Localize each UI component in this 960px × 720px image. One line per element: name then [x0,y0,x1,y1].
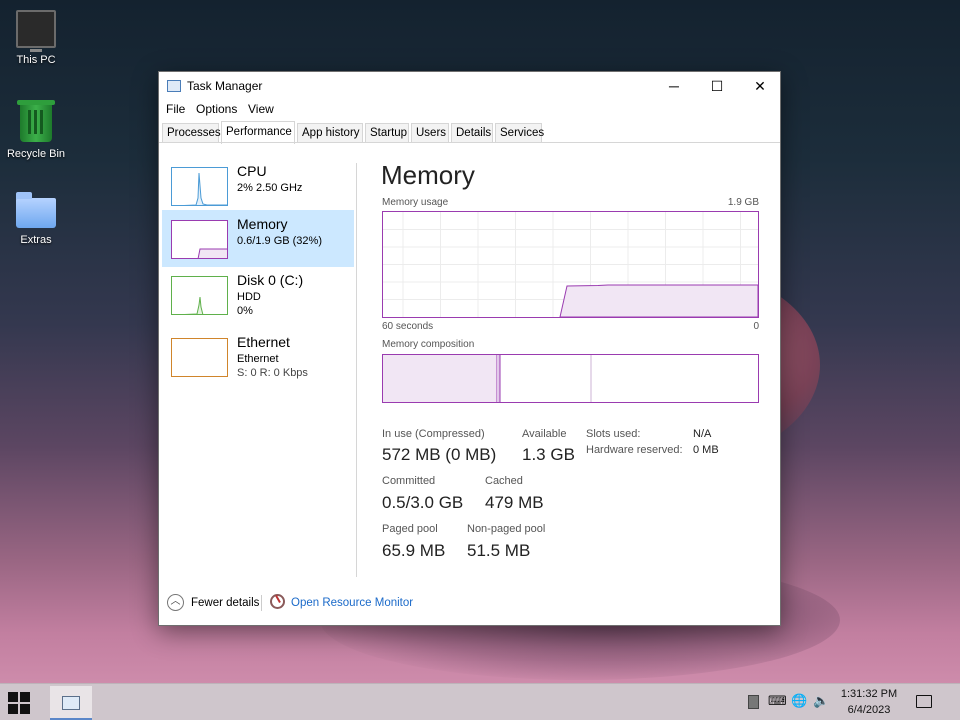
sidebar-item-detail-2: 0% [237,305,253,317]
desktop-icon-label: Recycle Bin [6,148,66,160]
system-clock[interactable]: 1:31:32 PM 6/4/2023 [836,686,902,718]
sidebar-item-memory[interactable]: Memory 0.6/1.9 GB (32%) [162,210,354,267]
fewer-details-button[interactable]: Fewer details [191,597,259,609]
tab-processes[interactable]: Processes [162,123,221,143]
sidebar-item-disk[interactable]: Disk 0 (C:) HDD 0% [162,266,354,323]
cached-value: 479 MB [485,493,544,512]
start-button[interactable] [8,692,30,714]
folder-icon [16,192,56,228]
maximize-button[interactable]: ☐ [695,72,739,100]
sidebar-item-detail: 2% 2.50 GHz [237,182,303,194]
tab-startup[interactable]: Startup [365,123,409,143]
open-resource-monitor-link[interactable]: Open Resource Monitor [291,597,413,609]
slots-used-label: Slots used: [586,428,641,440]
menu-view[interactable]: View [248,102,274,116]
pane-divider [356,163,357,577]
tablet-icon[interactable] [748,695,759,709]
desktop-icon-this-pc[interactable]: This PC [0,10,72,66]
network-globe-icon[interactable]: 🌐 [791,694,807,709]
menu-options[interactable]: Options [196,102,237,116]
minimize-button[interactable]: ─ [652,72,696,100]
title-bar[interactable]: Task Manager ─ ☐ ✕ [159,72,780,100]
tab-app-history[interactable]: App history [297,123,363,143]
tab-details[interactable]: Details [451,123,493,143]
disk-thumbnail-graph [171,276,228,315]
sidebar-item-detail: 0.6/1.9 GB (32%) [237,235,322,247]
sidebar-item-detail: HDD [237,291,261,303]
sidebar-item-label: Ethernet [237,334,290,350]
tab-performance[interactable]: Performance [221,121,295,144]
memory-composition-bar [382,354,759,403]
task-manager-window: Task Manager ─ ☐ ✕ File Options View Pro… [158,71,781,626]
tab-strip: Processes Performance App history Startu… [162,121,777,144]
hardware-reserved-label: Hardware reserved: [586,444,683,456]
sidebar-item-detail: Ethernet [237,353,279,365]
desktop-icon-label: This PC [16,54,56,66]
menu-file[interactable]: File [166,102,185,116]
slots-used-value: N/A [693,428,712,440]
in-use-label: In use (Compressed) [382,428,485,440]
available-label: Available [522,428,567,440]
window-footer: ︿ Fewer details Open Resource Monitor [159,583,780,625]
volume-icon[interactable]: 🔈 [813,694,829,709]
page-title: Memory [381,160,475,190]
chevron-up-icon[interactable]: ︿ [167,594,184,611]
in-use-value: 572 MB (0 MB) [382,445,497,464]
recycle-bin-icon [17,100,55,142]
sidebar-item-label: CPU [237,163,267,179]
resource-monitor-icon[interactable] [270,594,285,609]
task-manager-icon [167,80,181,92]
desktop-icon-recycle-bin[interactable]: Recycle Bin [0,100,72,160]
taskbar: ⌨ 🌐 🔈 1:31:32 PM 6/4/2023 [0,683,960,720]
non-paged-pool-value: 51.5 MB [467,541,531,560]
time-axis-end: 0 [753,321,759,332]
memory-usage-graph [382,211,759,318]
computer-icon [16,10,56,52]
sidebar-item-label: Disk 0 (C:) [237,272,304,288]
sidebar-item-label: Memory [237,216,288,232]
window-title: Task Manager [187,79,263,93]
memory-thumbnail-graph [171,220,228,259]
task-manager-icon [62,696,80,710]
clock-date: 6/4/2023 [847,704,891,716]
available-value: 1.3 GB [522,445,575,464]
close-button[interactable]: ✕ [738,72,782,100]
resource-sidebar: CPU 2% 2.50 GHz Memory 0.6/1.9 GB (32%) … [159,143,356,583]
sidebar-item-detail-2: S: 0 R: 0 Kbps [237,367,308,379]
cpu-thumbnail-graph [171,167,228,206]
desktop-icon-label: Extras [20,234,52,246]
memory-composition-label: Memory composition [382,339,475,350]
committed-label: Committed [382,475,436,487]
desktop-icon-extras[interactable]: Extras [0,190,72,246]
time-axis-start: 60 seconds [382,321,434,332]
taskbar-app-task-manager[interactable] [50,686,92,720]
sidebar-item-cpu[interactable]: CPU 2% 2.50 GHz [162,157,354,214]
keyboard-icon[interactable]: ⌨ [768,694,787,709]
notification-icon[interactable] [916,695,932,708]
sidebar-item-ethernet[interactable]: Ethernet Ethernet S: 0 R: 0 Kbps [162,328,354,385]
tab-users[interactable]: Users [411,123,449,143]
clock-time: 1:31:32 PM [840,688,898,700]
menu-bar: File Options View [159,100,780,120]
committed-value: 0.5/3.0 GB [382,493,464,512]
footer-separator [261,595,262,611]
memory-usage-max: 1.9 GB [727,197,759,208]
cached-label: Cached [485,475,523,487]
paged-pool-value: 65.9 MB [382,541,446,560]
non-paged-pool-label: Non-paged pool [467,523,546,535]
paged-pool-label: Paged pool [382,523,438,535]
tab-services[interactable]: Services [495,123,544,143]
hardware-reserved-value: 0 MB [693,444,719,456]
ethernet-thumbnail-graph [171,338,228,377]
memory-usage-label: Memory usage [382,197,449,208]
